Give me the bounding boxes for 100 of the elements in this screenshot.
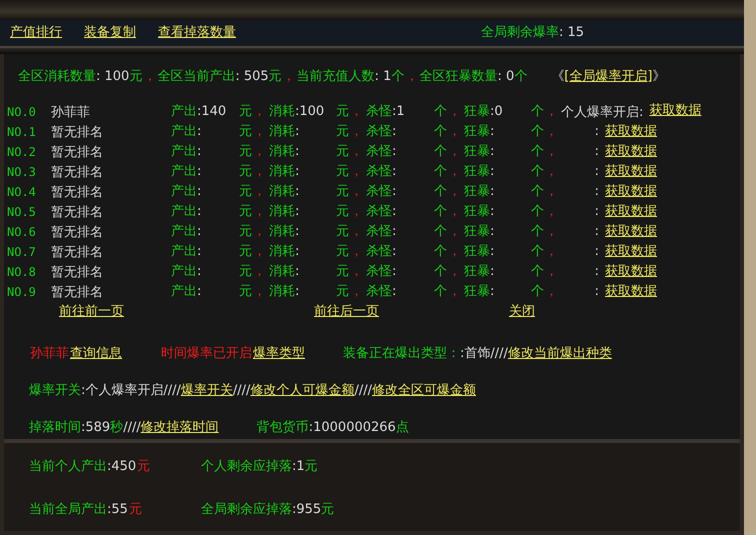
field-label: 个 — [531, 284, 544, 300]
player-name: 暂无排名 — [51, 144, 104, 161]
alert-text: ， — [142, 69, 158, 85]
text-link[interactable]: 修改个人可爆金额 — [250, 383, 354, 399]
text-link[interactable]: 前往后一页 — [314, 304, 379, 320]
text-link[interactable]: 修改当前爆出种类 — [508, 346, 612, 362]
field-label: 杀怪 — [366, 204, 392, 220]
text-link[interactable]: [全局爆率开启] — [564, 69, 652, 85]
rank-number: NO.6 — [7, 225, 37, 239]
field-value: : — [197, 204, 202, 220]
field-value: : — [197, 224, 202, 240]
text-link[interactable]: 查看掉落数量 — [158, 25, 236, 41]
text-link[interactable]: 修改掉落时间 — [140, 420, 219, 436]
player-name: 暂无排名 — [51, 244, 104, 261]
alert-text: ， — [544, 104, 559, 120]
field-label: 个人剩余应掉落 — [201, 458, 292, 474]
alert-text: ， — [447, 204, 462, 220]
field-value: :100 — [295, 104, 324, 120]
field-value: :首饰//// — [460, 346, 508, 362]
text-link[interactable]: 获取数据 — [605, 264, 657, 280]
field-label: 个 — [391, 69, 404, 85]
alert-text: ， — [349, 164, 364, 180]
field-label: 杀怪 — [366, 284, 392, 300]
field-label: 狂暴 — [464, 244, 490, 260]
field-value: : — [295, 124, 300, 140]
field-label: 消耗 — [269, 144, 295, 160]
field-label: 产出 — [171, 204, 197, 220]
field-label: 元 — [336, 284, 349, 300]
alert-text: ， — [349, 264, 364, 280]
field-value: : — [392, 264, 396, 280]
field-label: 全局剩余爆率 — [480, 25, 559, 41]
field-label: 个 — [531, 164, 544, 180]
field-label: 当前个人产出 — [29, 458, 107, 474]
text-link[interactable]: 获取数据 — [605, 204, 657, 220]
text-link[interactable]: 爆率类型 — [253, 346, 305, 362]
field-value: : — [295, 264, 300, 280]
alert-text: ， — [544, 164, 559, 180]
field-label: 产出 — [171, 184, 197, 200]
alert-text: ， — [349, 104, 364, 120]
field-label: 元 — [239, 104, 252, 120]
alert-text: ， — [252, 244, 267, 260]
field-label: 消耗 — [269, 244, 295, 260]
field-label: 元 — [239, 284, 252, 300]
text-link[interactable]: 获取数据 — [605, 164, 657, 180]
player-name: 暂无排名 — [51, 284, 104, 301]
field-value: :1 — [392, 104, 405, 120]
field-label: : — [594, 184, 599, 200]
field-value: :955 — [292, 502, 322, 518]
alert-text: ， — [349, 284, 364, 300]
text-link[interactable]: 修改全区可爆金额 — [372, 383, 476, 399]
text-link[interactable]: 获取数据 — [605, 144, 657, 160]
text-link[interactable]: 获取数据 — [605, 284, 657, 300]
field-label: 元 — [239, 124, 252, 140]
field-value: : — [490, 224, 494, 240]
text-link[interactable]: 前往前一页 — [59, 304, 124, 320]
field-label: 元 — [304, 458, 318, 474]
text-link[interactable]: 获取数据 — [649, 103, 702, 119]
rank-number: NO.7 — [7, 245, 37, 259]
field-value: : — [490, 264, 494, 280]
field-label: 个 — [531, 244, 544, 260]
field-value: //// — [123, 420, 141, 436]
field-label: 杀怪 — [366, 164, 392, 180]
alert-text: ， — [447, 224, 462, 240]
rank-number: NO.4 — [7, 185, 37, 199]
text-link[interactable]: 获取数据 — [605, 224, 657, 240]
text-link[interactable]: 查询信息 — [70, 346, 122, 362]
text-link[interactable]: 获取数据 — [605, 124, 657, 140]
field-label: 个 — [514, 69, 528, 85]
field-label: 元 — [239, 204, 252, 220]
field-label: 个 — [434, 244, 447, 260]
text-link[interactable]: 装备复制 — [84, 25, 136, 41]
field-label: 消耗 — [269, 164, 295, 180]
field-label: 元 — [336, 104, 349, 120]
field-label: 个 — [434, 104, 447, 120]
alert-text: ， — [544, 224, 559, 240]
field-label: 消耗 — [269, 224, 295, 240]
field-value: : — [197, 144, 202, 160]
text-link[interactable]: 产值排行 — [10, 25, 62, 41]
field-label: 消耗 — [269, 184, 295, 200]
text-link[interactable]: 获取数据 — [605, 184, 657, 200]
field-label: 个 — [531, 104, 544, 120]
text-link[interactable]: 爆率开关 — [180, 383, 233, 399]
field-label: 狂暴 — [464, 144, 490, 160]
field-value: : — [295, 244, 300, 260]
field-label: : — [594, 224, 599, 240]
field-label: 狂暴 — [464, 164, 490, 180]
field-label: 产出 — [171, 124, 197, 140]
player-name: 暂无排名 — [51, 264, 104, 281]
text-link[interactable]: 关闭 — [509, 304, 535, 320]
text-link[interactable]: 获取数据 — [605, 244, 657, 260]
field-label: 全区消耗数量 — [18, 69, 96, 85]
field-label: 个 — [434, 224, 447, 240]
field-label: 消耗 — [269, 264, 295, 280]
field-value: : — [295, 164, 300, 180]
field-value: : — [197, 164, 202, 180]
field-value: : 100 — [96, 69, 130, 85]
alert-text: 元 — [128, 502, 143, 518]
field-label: 元 — [336, 264, 349, 280]
field-label: 元 — [336, 144, 349, 160]
field-label: 元 — [239, 184, 252, 200]
